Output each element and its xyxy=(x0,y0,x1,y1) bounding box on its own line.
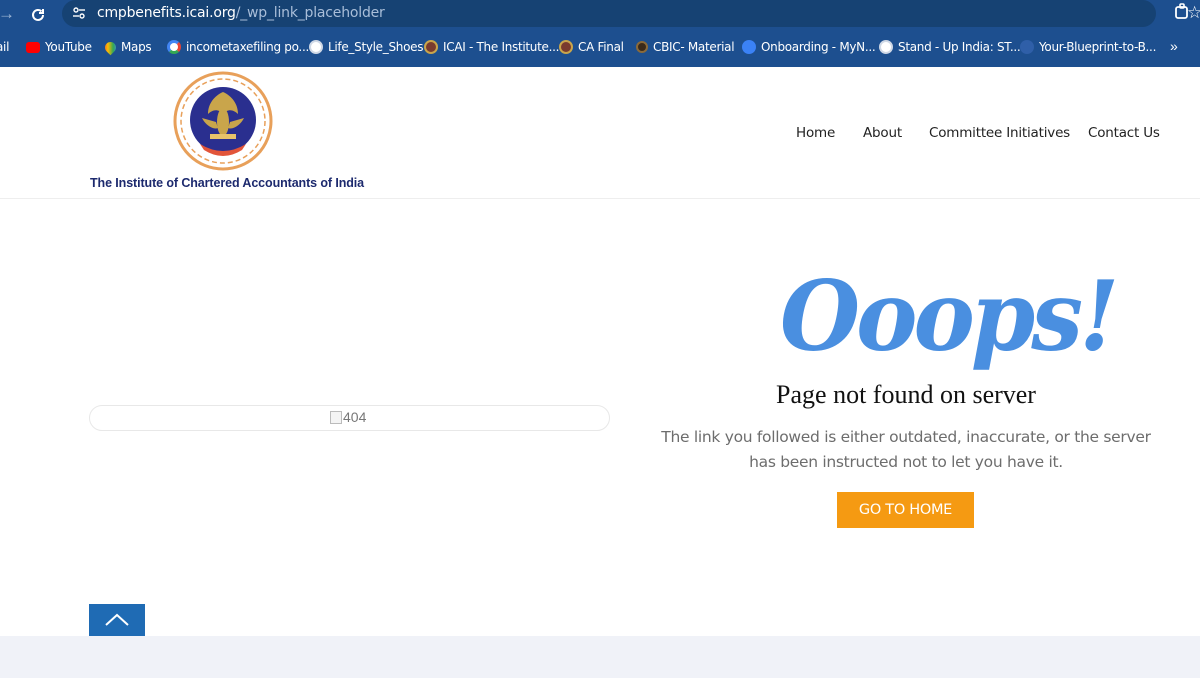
more-bookmarks-icon[interactable]: » xyxy=(1170,38,1178,54)
go-to-home-button[interactable]: GO TO HOME xyxy=(837,492,974,528)
bookmark-label: incometaxefiling po... xyxy=(186,40,309,54)
nav-contact-us[interactable]: Contact Us xyxy=(1088,125,1160,141)
bookmark-label: Life_Style_Shoes xyxy=(328,40,424,54)
maps-icon xyxy=(102,39,119,55)
nav-about[interactable]: About xyxy=(863,125,902,141)
bookmark-incometax[interactable]: incometaxefiling po... xyxy=(167,38,309,56)
address-bar[interactable]: cmpbenefits.icai.org/_wp_link_placeholde… xyxy=(62,0,1200,27)
bookmark-blueprint[interactable]: Your-Blueprint-to-B... xyxy=(1020,38,1156,56)
nav-committee-initiatives[interactable]: Committee Initiatives xyxy=(929,125,1070,141)
icai-logo-icon[interactable] xyxy=(172,70,274,172)
bookmark-lifestyle-shoes[interactable]: Life_Style_Shoes xyxy=(309,38,423,56)
browser-chrome: → cmpbenefits.icai.org/_wp_link_placehol… xyxy=(0,0,1200,67)
ooops-headline: Ooops! xyxy=(780,259,1119,373)
page-not-found-title: Page not found on server xyxy=(776,380,1036,409)
error-message: The link you followed is either outdated… xyxy=(661,428,1151,471)
bookmarks-bar: ail YouTube Maps incometaxefiling po... … xyxy=(0,34,1200,60)
omnibar-row: → cmpbenefits.icai.org/_wp_link_placehol… xyxy=(0,0,1200,28)
bookmark-onboarding[interactable]: Onboarding - MyN... xyxy=(742,38,876,56)
bookmark-label: CA Final xyxy=(578,40,624,54)
reload-icon[interactable] xyxy=(30,4,46,28)
image-alt-label: 404 xyxy=(343,409,367,425)
bookmark-label: Your-Blueprint-to-B... xyxy=(1039,40,1157,54)
chevron-up-icon xyxy=(105,613,129,626)
broken-404-image: 404 xyxy=(89,405,610,431)
url-path: /_wp_link_placeholder xyxy=(235,5,385,21)
youtube-icon xyxy=(26,41,40,53)
globe-icon xyxy=(309,40,323,54)
scroll-to-top-button[interactable] xyxy=(89,604,145,636)
bookmark-icai[interactable]: ICAI - The Institute... xyxy=(424,38,559,56)
url-text[interactable]: cmpbenefits.icai.org/_wp_link_placeholde… xyxy=(97,5,385,21)
cbic-icon xyxy=(636,41,648,53)
gear-blue-icon xyxy=(742,40,756,54)
site-info-icon[interactable] xyxy=(72,6,86,20)
extensions-icon[interactable] xyxy=(1173,3,1191,21)
org-name: The Institute of Chartered Accountants o… xyxy=(90,176,365,190)
bookmark-mail[interactable]: ail xyxy=(0,38,9,56)
bookmark-label: Onboarding - MyN... xyxy=(761,40,876,54)
bookmark-label: YouTube xyxy=(45,40,92,54)
globe-icon xyxy=(879,40,893,54)
bookmark-label: ICAI - The Institute... xyxy=(443,40,560,54)
site-header: The Institute of Chartered Accountants o… xyxy=(0,67,1200,199)
broken-image-icon xyxy=(330,410,342,424)
icai-icon xyxy=(424,40,438,54)
bookmark-label: ail xyxy=(0,40,10,54)
bookmark-label: Maps xyxy=(121,40,152,54)
bookmark-label: Stand - Up India: ST... xyxy=(898,40,1021,54)
nav-home[interactable]: Home xyxy=(796,125,835,141)
bookmark-standup-india[interactable]: Stand - Up India: ST... xyxy=(879,38,1021,56)
icai-icon xyxy=(559,40,573,54)
url-host: cmpbenefits.icai.org xyxy=(97,5,236,21)
bookmark-youtube[interactable]: YouTube xyxy=(26,38,92,56)
bookmark-maps[interactable]: Maps xyxy=(102,38,152,56)
bookmark-cbic[interactable]: CBIC- Material xyxy=(636,38,735,56)
forward-arrow-icon[interactable]: → xyxy=(0,4,15,24)
google-icon xyxy=(167,40,181,54)
bookmark-label: CBIC- Material xyxy=(653,40,735,54)
footer-band xyxy=(0,636,1200,678)
bookmark-ca-final[interactable]: CA Final xyxy=(559,38,624,56)
image-alt-text: 404 xyxy=(330,409,366,425)
blueprint-icon xyxy=(1020,40,1034,54)
